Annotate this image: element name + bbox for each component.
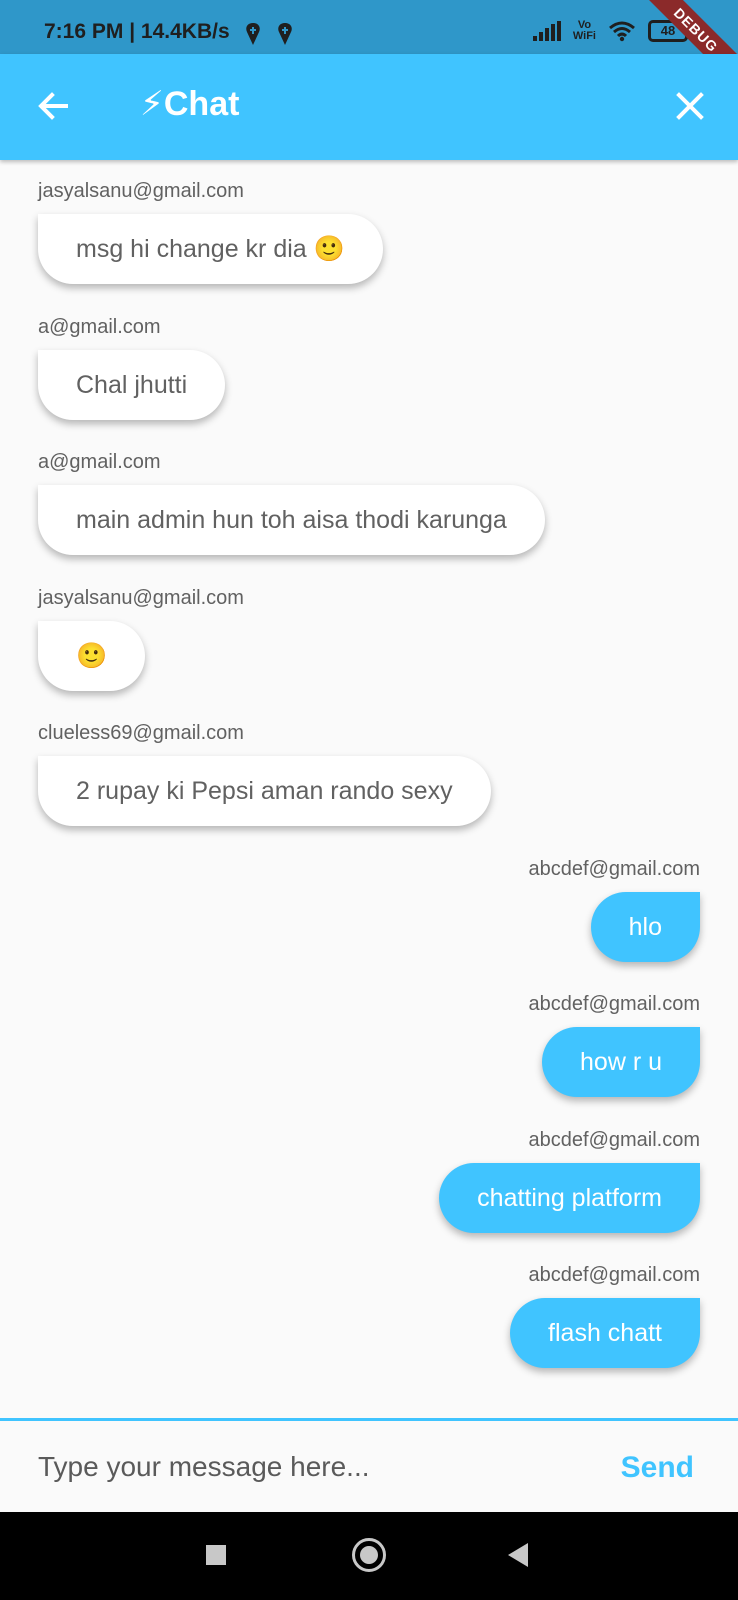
back-arrow-icon[interactable] — [32, 84, 76, 128]
system-back-icon[interactable] — [508, 1543, 528, 1567]
message-bubble: main admin hun toh aisa thodi karunga — [38, 485, 545, 555]
signal-icon — [532, 21, 561, 41]
home-icon[interactable] — [352, 1538, 386, 1572]
send-button[interactable]: Send — [621, 1451, 694, 1485]
status-icons: Vo WiFi 48 — [532, 19, 688, 42]
message-bubble: 2 rupay ki Pepsi aman rando sexy — [38, 756, 491, 826]
message-bubble: Chal jhutti — [38, 350, 226, 420]
status-bar: 7:16 PM | 14.4KB/s Vo WiFi 48 DEBUG — [0, 0, 738, 103]
message-sender: clueless69@gmail.com — [38, 722, 244, 744]
status-time: 7:16 PM | 14.4KB/s — [44, 20, 230, 43]
close-icon[interactable] — [668, 84, 712, 128]
message-bubble: msg hi change kr dia 🙂 — [38, 214, 383, 284]
message-sender: jasyalsanu@gmail.com — [38, 180, 244, 202]
message-input[interactable] — [38, 1445, 558, 1489]
message-sender: abcdef@gmail.com — [528, 858, 700, 880]
message-sender: abcdef@gmail.com — [528, 1264, 700, 1286]
message-sender: abcdef@gmail.com — [528, 993, 700, 1015]
message-sender: a@gmail.com — [38, 316, 161, 338]
message-composer: Send — [0, 1418, 738, 1512]
system-nav-bar — [0, 1512, 738, 1600]
app-bar: ⚡Chat — [0, 54, 738, 160]
page-title: ⚡Chat — [140, 85, 240, 123]
message-bubble: flash chatt — [510, 1298, 700, 1368]
recents-icon[interactable] — [206, 1545, 226, 1565]
app-notification-icon — [278, 23, 292, 45]
message-sender: abcdef@gmail.com — [528, 1129, 700, 1151]
message-bubble: how r u — [542, 1027, 700, 1097]
vowifi-icon: Vo WiFi — [572, 19, 596, 42]
message-bubble: 🙂 — [38, 621, 146, 691]
message-sender: a@gmail.com — [38, 451, 161, 473]
message-bubble: hlo — [590, 892, 700, 962]
message-sender: jasyalsanu@gmail.com — [38, 587, 244, 609]
app-notification-icon — [246, 23, 260, 45]
message-list[interactable]: jasyalsanu@gmail.com msg hi change kr di… — [0, 172, 738, 1412]
message-bubble: chatting platform — [439, 1163, 700, 1233]
wifi-icon — [609, 21, 635, 42]
